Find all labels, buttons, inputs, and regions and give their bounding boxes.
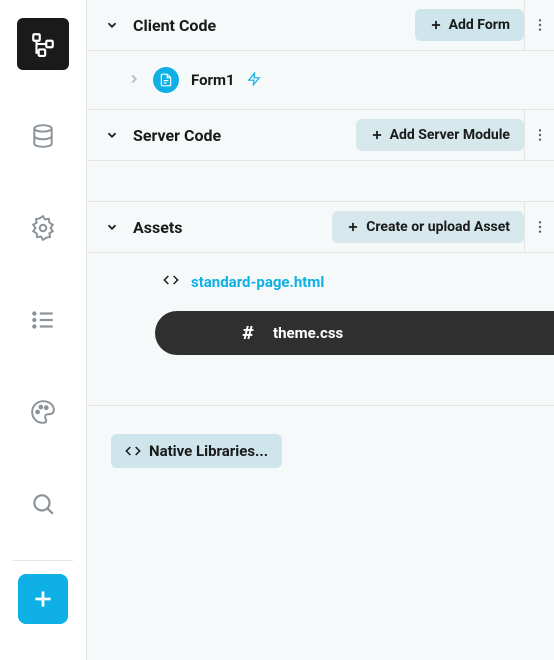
section-title: Client Code — [133, 16, 403, 35]
nav-app-structure[interactable] — [17, 18, 69, 70]
form-icon — [153, 67, 179, 93]
code-icon — [163, 272, 179, 292]
plus-icon — [30, 586, 56, 612]
asset-item-css-selected[interactable]: # theme.css — [155, 311, 554, 355]
dots-vertical-icon — [532, 219, 548, 235]
sidebar-divider — [13, 560, 73, 561]
plus-icon — [429, 18, 443, 32]
collapse-toggle-client[interactable] — [103, 16, 121, 34]
chevron-down-icon — [105, 18, 119, 32]
nav-theme[interactable] — [17, 386, 69, 438]
section-assets: Assets Create or upload Asset st — [87, 202, 554, 406]
form-actions-icon[interactable] — [247, 71, 261, 90]
hash-icon: # — [237, 323, 259, 344]
database-icon — [30, 123, 56, 149]
list-icon — [30, 307, 56, 333]
asset-item-html[interactable]: standard-page.html — [87, 253, 554, 311]
create-upload-asset-button[interactable]: Create or upload Asset — [332, 211, 524, 243]
lightning-icon — [247, 72, 261, 86]
hierarchy-icon — [30, 31, 56, 57]
form-document-icon — [159, 73, 173, 87]
section-menu-client[interactable] — [524, 0, 554, 50]
asset-html-filename: standard-page.html — [191, 273, 324, 291]
create-upload-asset-label: Create or upload Asset — [366, 219, 510, 235]
nav-database[interactable] — [17, 110, 69, 162]
plus-icon — [346, 220, 360, 234]
asset-css-filename: theme.css — [273, 324, 343, 342]
nav-list[interactable] — [17, 294, 69, 346]
form1-label: Form1 — [191, 71, 235, 89]
gear-icon — [30, 215, 56, 241]
collapse-toggle-assets[interactable] — [103, 218, 121, 236]
search-icon — [30, 491, 56, 517]
section-menu-server[interactable] — [524, 110, 554, 160]
section-title: Server Code — [133, 126, 344, 145]
nav-search[interactable] — [17, 478, 69, 530]
chevron-down-icon — [105, 128, 119, 142]
collapse-toggle-server[interactable] — [103, 126, 121, 144]
chevron-down-icon — [105, 220, 119, 234]
section-client-code: Client Code Add Form — [87, 0, 554, 110]
nav-add[interactable] — [18, 574, 68, 624]
code-brackets-icon — [125, 443, 141, 459]
add-server-module-label: Add Server Module — [390, 127, 510, 143]
add-form-label: Add Form — [449, 17, 510, 33]
plus-icon — [370, 128, 384, 142]
server-empty-body — [87, 161, 554, 201]
code-brackets-icon — [163, 272, 179, 288]
main-panel: Client Code Add Form — [86, 0, 554, 660]
native-libraries-label: Native Libraries... — [149, 442, 268, 460]
native-libraries-button[interactable]: Native Libraries... — [111, 434, 282, 468]
dots-vertical-icon — [532, 127, 548, 143]
section-server-code: Server Code Add Server Module — [87, 110, 554, 202]
add-form-button[interactable]: Add Form — [415, 9, 524, 41]
palette-icon — [30, 399, 56, 425]
dots-vertical-icon — [532, 17, 548, 33]
client-item-form1[interactable]: Form1 — [87, 51, 554, 109]
add-server-module-button[interactable]: Add Server Module — [356, 119, 524, 151]
nav-sidebar — [0, 0, 86, 660]
nav-settings[interactable] — [17, 202, 69, 254]
expand-form1[interactable] — [127, 71, 141, 90]
chevron-right-icon — [127, 72, 141, 86]
section-title: Assets — [133, 218, 320, 237]
bottom-area: Native Libraries... — [87, 406, 554, 468]
section-menu-assets[interactable] — [524, 202, 554, 252]
